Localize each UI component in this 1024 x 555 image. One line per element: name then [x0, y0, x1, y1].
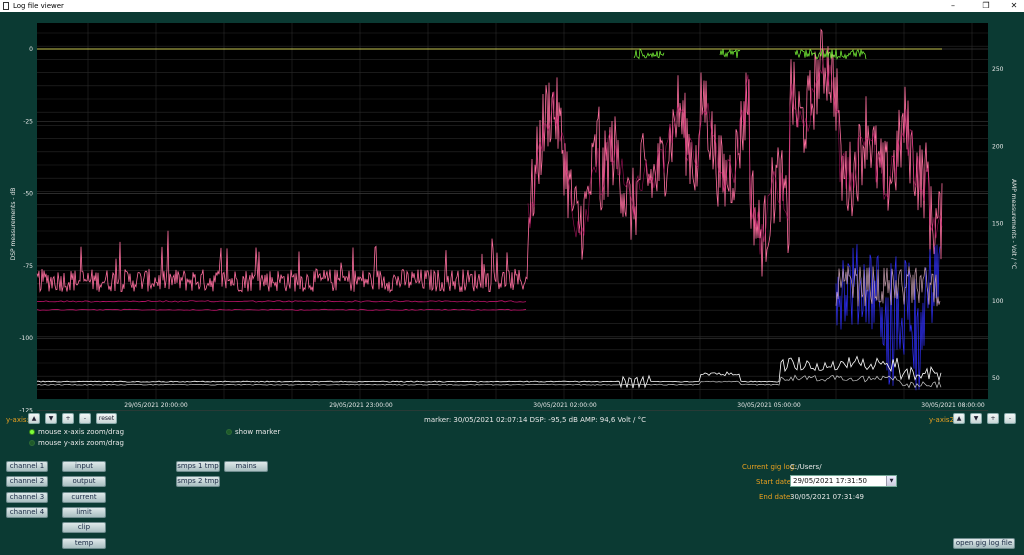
yaxis-plus-button[interactable]: +	[62, 413, 74, 424]
current-gig-label: Current gig log:	[742, 463, 797, 471]
yaxis-minus-button[interactable]: -	[79, 413, 91, 424]
yaxis-up-button[interactable]: ▲	[28, 413, 40, 424]
document-icon	[3, 2, 9, 10]
x-tick-label: 30/05/2021 08:00:00	[921, 402, 985, 409]
current-gig-value: C:/Users/	[790, 463, 822, 471]
mouse-x-radio[interactable]	[29, 429, 35, 435]
close-button[interactable]: ✕	[1004, 0, 1024, 12]
limit-button[interactable]: limit	[62, 507, 106, 518]
y-tick-label: -50	[23, 191, 33, 198]
output-button[interactable]: output	[62, 476, 106, 487]
marker-info: marker: 30/05/2021 02:07:14 DSP: -95,5 d…	[424, 416, 646, 424]
channel-4-button[interactable]: channel 4	[6, 507, 48, 518]
reset-button[interactable]: reset	[96, 413, 117, 424]
y2-tick-label: 250	[992, 66, 1004, 73]
yaxis2-down-button[interactable]: ▼	[970, 413, 982, 424]
minimize-button[interactable]: –	[943, 0, 963, 12]
show-marker-checkbox[interactable]	[226, 429, 232, 435]
y-tick-label: 0	[29, 46, 33, 53]
current-button[interactable]: current	[62, 492, 106, 503]
y2-tick-label: 150	[992, 221, 1004, 228]
mouse-x-label[interactable]: mouse x-axis zoom/drag	[38, 428, 124, 436]
channel-2-button[interactable]: channel 2	[6, 476, 48, 487]
yaxis-label: y-axis:	[6, 416, 29, 424]
x-tick-label: 29/05/2021 20:00:00	[124, 402, 188, 409]
y-tick-label: -125	[19, 408, 33, 412]
end-date-value: 30/05/2021 07:31:49	[790, 493, 865, 501]
mouse-y-radio[interactable]	[29, 440, 35, 446]
y2-tick-label: 100	[992, 298, 1004, 305]
yaxis2-plus-button[interactable]: +	[987, 413, 999, 424]
chart-svg[interactable]: 0 -25 -50 -75 -100 -125 250 200 150 100 50 29/05/20…	[0, 12, 1024, 415]
start-date-field[interactable]: 29/05/2021 17:31:50 ▼	[790, 475, 897, 487]
window-title: Log file viewer	[13, 2, 64, 10]
yaxis2-up-button[interactable]: ▲	[953, 413, 965, 424]
y2-tick-label: 50	[992, 375, 1000, 382]
mouse-y-label[interactable]: mouse y-axis zoom/drag	[38, 439, 124, 447]
x-tick-label: 30/05/2021 05:00:00	[737, 402, 801, 409]
y2-tick-label: 200	[992, 143, 1004, 150]
mains-button[interactable]: mains	[224, 461, 268, 472]
temp-button[interactable]: temp	[62, 538, 106, 549]
maximize-button[interactable]: ❐	[976, 0, 996, 12]
yaxis2-minus-button[interactable]: -	[1004, 413, 1016, 424]
end-date-label: End date:	[759, 493, 793, 501]
yaxis-down-button[interactable]: ▼	[45, 413, 57, 424]
y-tick-label: -25	[23, 118, 33, 125]
start-date-label: Start date:	[756, 478, 794, 486]
channel-3-button[interactable]: channel 3	[6, 492, 48, 503]
y-tick-label: -75	[23, 263, 33, 270]
x-tick-label: 29/05/2021 23:00:00	[329, 402, 393, 409]
plot-frame	[37, 23, 988, 399]
log-chart[interactable]: 0 -25 -50 -75 -100 -125 250 200 150 100 50 29/05/20…	[0, 12, 1024, 415]
y2-axis-title: AMP measurements - Volt / °C	[1010, 179, 1017, 269]
smps-1-tmp-button[interactable]: smps 1 tmp	[176, 461, 220, 472]
open-gig-log-button[interactable]: open gig log file	[953, 538, 1015, 549]
y-tick-label: -100	[19, 335, 33, 342]
clip-button[interactable]: clip	[62, 522, 106, 533]
input-button[interactable]: input	[62, 461, 106, 472]
channel-1-button[interactable]: channel 1	[6, 461, 48, 472]
start-date-value: 29/05/2021 17:31:50	[793, 477, 868, 485]
show-marker-label[interactable]: show marker	[235, 428, 280, 436]
title-bar: Log file viewer – ❐ ✕	[0, 0, 1024, 12]
smps-2-tmp-button[interactable]: smps 2 tmp	[176, 476, 220, 487]
chevron-down-icon[interactable]: ▼	[886, 476, 896, 486]
x-tick-label: 30/05/2021 02:00:00	[533, 402, 597, 409]
y-axis-title: DSP measurements - dB	[10, 188, 17, 261]
